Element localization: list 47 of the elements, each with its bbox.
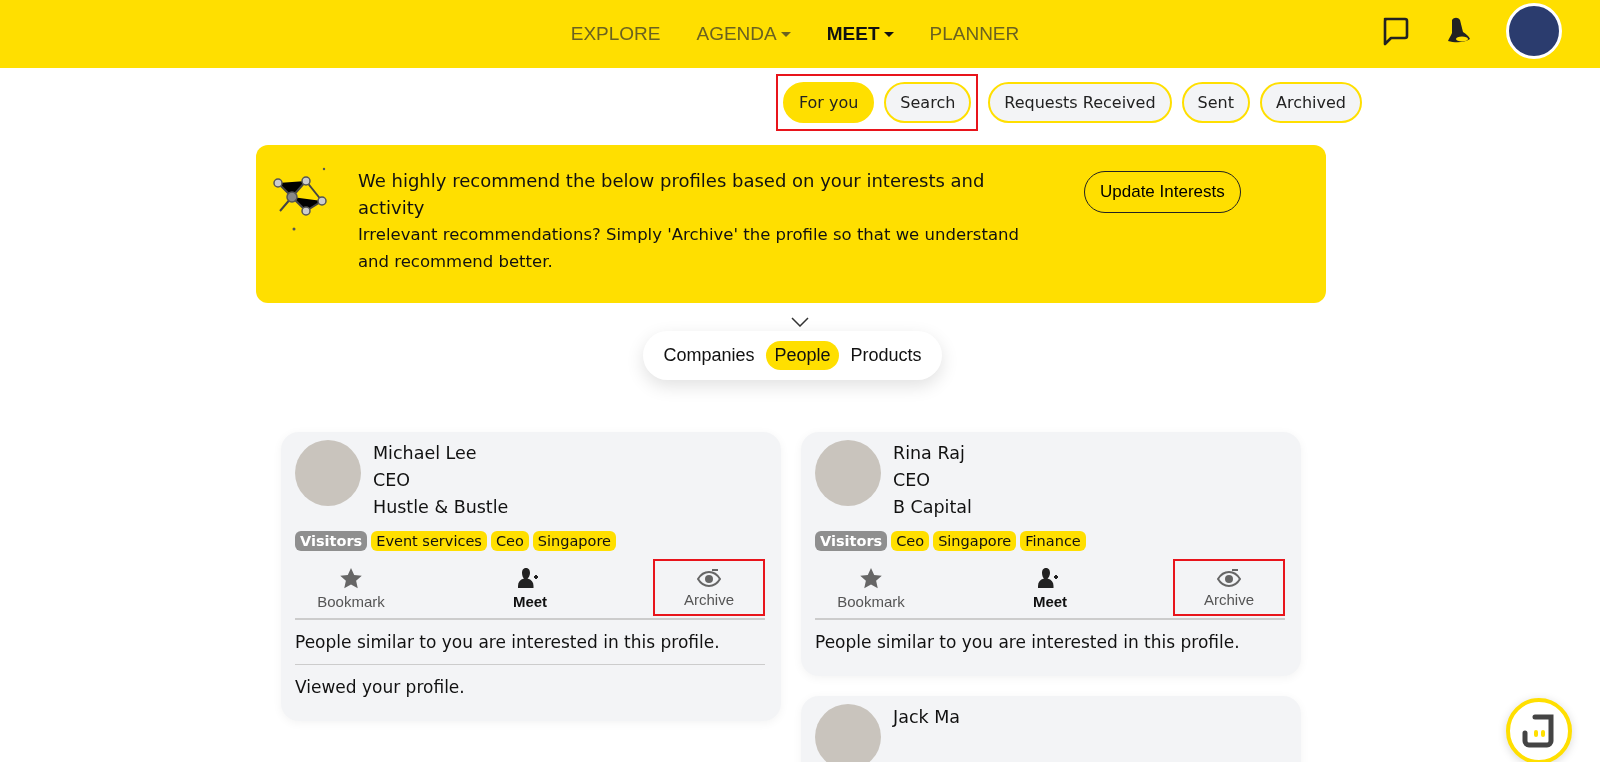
- interest-tag: Singapore: [933, 531, 1017, 551]
- photo-placeholder: [815, 704, 881, 762]
- meet-button[interactable]: Meet: [994, 557, 1106, 618]
- banner-heading: We highly recommend the below profiles based on your interests and activity: [358, 169, 986, 220]
- interest-tag: Singapore: [532, 531, 616, 551]
- interest-tag: Ceo: [490, 531, 529, 551]
- chevron-down-icon[interactable]: [791, 317, 809, 327]
- profile-note: People similar to you are interested in this profile.: [295, 620, 765, 665]
- tab[interactable]: Search: [884, 81, 972, 123]
- profile-note: Viewed your profile.: [295, 676, 466, 699]
- bookmark-button[interactable]: Bookmark: [295, 557, 407, 618]
- tab[interactable]: For you: [782, 81, 875, 123]
- profile-title: CEO: [893, 469, 932, 492]
- tab[interactable]: Requests Received: [988, 81, 1172, 123]
- profile-title: CEO: [373, 469, 412, 492]
- category-tag: Visitors: [815, 531, 888, 551]
- user-avatar[interactable]: [1506, 3, 1562, 59]
- eye-icon: [697, 569, 721, 587]
- profile-name[interactable]: Jack Ma: [893, 704, 961, 731]
- banner-text: Irrelevant recommendations? Simply 'Archive' the profile so that we understand and recommend better.: [358, 224, 1020, 273]
- profile-company: Hustle & Bustle: [373, 496, 509, 519]
- profile-name[interactable]: Michael Lee: [373, 440, 509, 467]
- interest-tag: Finance: [1020, 531, 1086, 551]
- star-icon: [340, 567, 362, 589]
- segment[interactable]: Products: [842, 341, 930, 370]
- profile-name[interactable]: Rina Raj: [893, 440, 972, 467]
- eye-icon: [1217, 569, 1241, 587]
- profile-company: B Capital: [893, 496, 972, 519]
- segment[interactable]: Companies: [655, 341, 763, 370]
- meet-button[interactable]: Meet: [474, 557, 586, 618]
- profile-note: People similar to you are interested in this profile.: [815, 631, 1241, 654]
- nav-item[interactable]: MEET: [826, 23, 894, 45]
- tab[interactable]: Archived: [1259, 81, 1362, 123]
- bookmark-button[interactable]: Bookmark: [815, 557, 927, 618]
- smiley-logo-icon: [1521, 713, 1557, 749]
- category-tag: Visitors: [295, 531, 368, 551]
- archive-button[interactable]: Archive: [653, 559, 765, 616]
- nav-item[interactable]: PLANNER: [929, 23, 1020, 45]
- segment[interactable]: People: [766, 341, 839, 370]
- tab[interactable]: Sent: [1181, 81, 1250, 123]
- nav-item[interactable]: AGENDA: [696, 23, 791, 45]
- archive-button[interactable]: Archive: [1173, 559, 1285, 616]
- chat-launcher-button[interactable]: [1506, 698, 1572, 762]
- interest-tag: Ceo: [891, 531, 930, 551]
- interest-tag: Event services: [371, 531, 487, 551]
- nav-item[interactable]: EXPLORE: [570, 23, 661, 45]
- star-icon: [860, 567, 882, 589]
